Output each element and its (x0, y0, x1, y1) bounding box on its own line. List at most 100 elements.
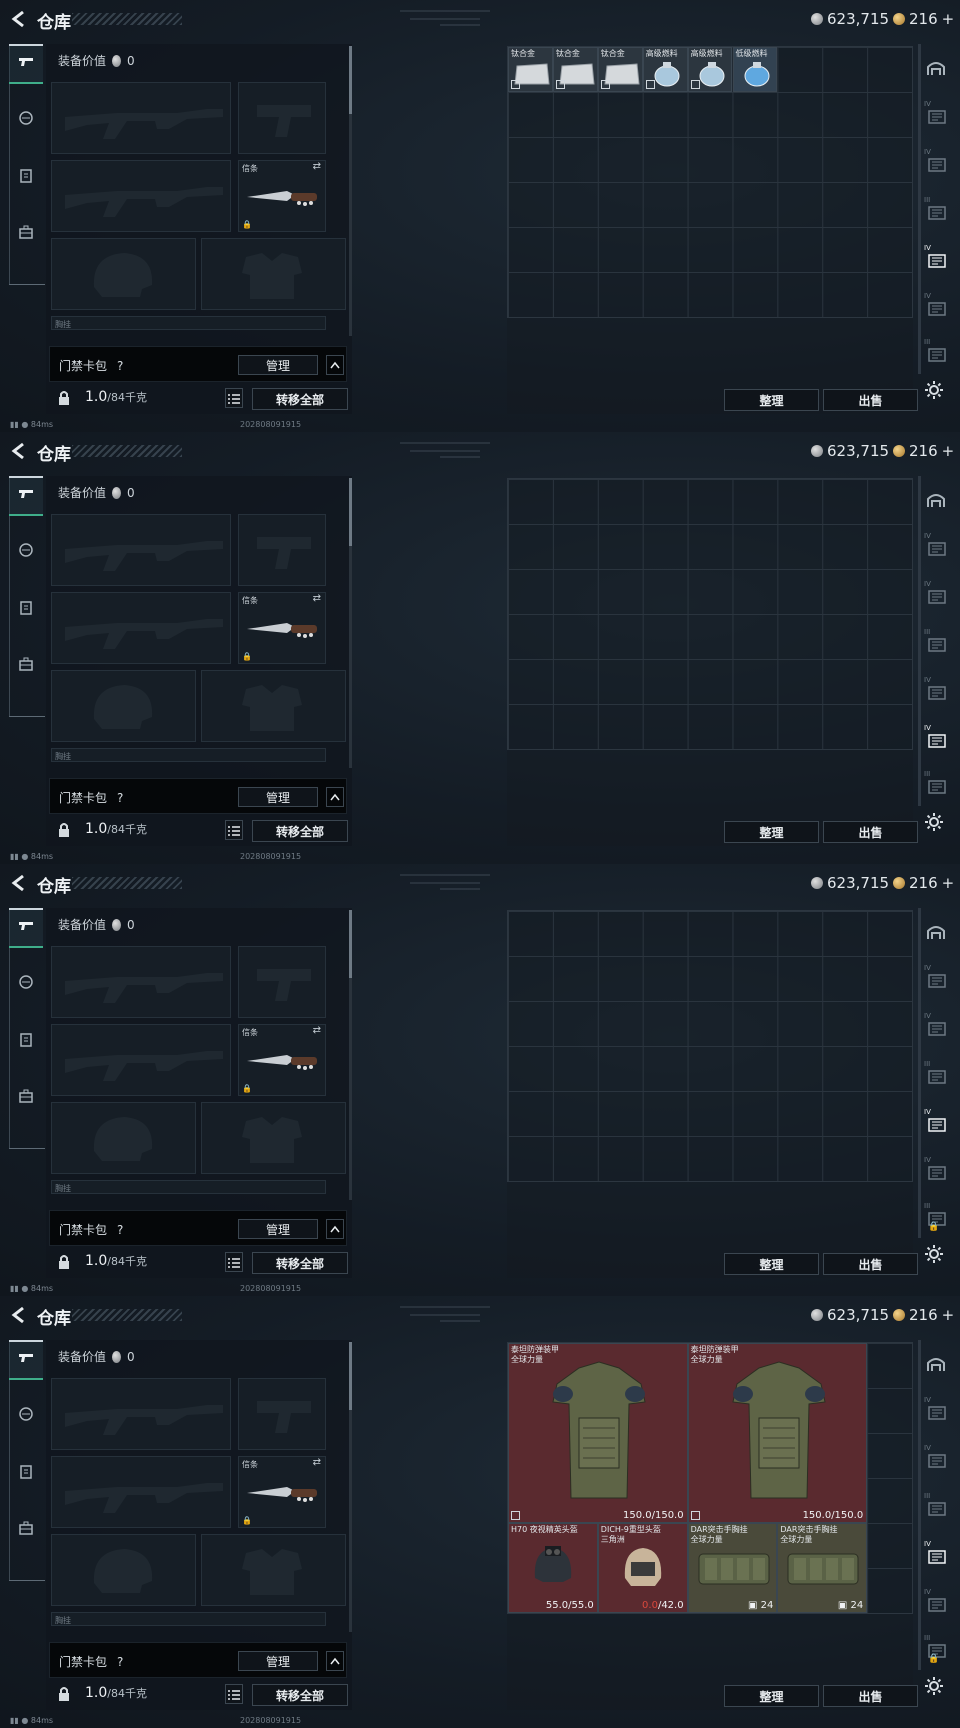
chest-rig-slot-collapsed[interactable]: 胸挂 (51, 748, 326, 762)
tab-warehouse-4[interactable]: IV (922, 1540, 950, 1570)
tab-warehouse-5[interactable]: IV (922, 292, 950, 322)
tab-warehouse-2[interactable]: IV (922, 148, 950, 178)
nav-tab-weapon[interactable] (9, 44, 43, 84)
melee-slot[interactable]: 信条 ⇄ 🔒 (238, 1456, 326, 1528)
help-icon[interactable]: ? (117, 1223, 123, 1237)
nav-tab-vest[interactable] (9, 1022, 43, 1062)
sort-button[interactable]: 整理 (724, 1685, 819, 1707)
gold-currency[interactable]: 216 + (893, 10, 954, 28)
gold-add-icon[interactable]: + (942, 1306, 955, 1324)
tab-warehouse-4[interactable]: IV (922, 244, 950, 274)
gold-add-icon[interactable]: + (942, 874, 955, 892)
tab-home[interactable] (922, 54, 950, 84)
secondary-weapon-slot[interactable] (51, 592, 231, 664)
gold-add-icon[interactable]: + (942, 10, 955, 28)
body-armor-slot[interactable] (201, 1102, 346, 1174)
melee-slot[interactable]: 信条 ⇄ 🔒 (238, 592, 326, 664)
manage-button[interactable]: 管理 (238, 1651, 318, 1671)
chest-rig-item[interactable]: DAR突击手胸挂 全球力量 ▣ 24 (687, 1523, 778, 1613)
nav-tab-helmet[interactable] (9, 1396, 43, 1436)
collapse-button[interactable] (326, 1651, 344, 1671)
transfer-all-button[interactable]: 转移全部 (252, 820, 348, 842)
pistol-slot[interactable] (238, 514, 326, 586)
helmet-slot[interactable] (51, 238, 196, 310)
equipment-scrollbar[interactable] (349, 910, 352, 1200)
pistol-slot[interactable] (238, 82, 326, 154)
collapse-button[interactable] (326, 787, 344, 807)
chest-rig-slot-collapsed[interactable]: 胸挂 (51, 316, 326, 330)
sort-button[interactable]: 整理 (724, 1253, 819, 1275)
swap-icon[interactable]: ⇄ (313, 1457, 321, 1468)
helmet-item[interactable]: H70 夜视精英头盔 55.0/55.0 (508, 1523, 598, 1613)
pistol-slot[interactable] (238, 1378, 326, 1450)
tab-warehouse-3[interactable]: III (922, 1492, 950, 1522)
list-view-button[interactable] (225, 820, 243, 840)
tab-warehouse-5[interactable]: IV (922, 724, 950, 754)
gold-currency[interactable]: 216 + (893, 1306, 954, 1324)
tab-warehouse-3[interactable]: III (922, 628, 950, 658)
secondary-weapon-slot[interactable] (51, 160, 231, 232)
nav-tab-backpack[interactable] (9, 1078, 43, 1118)
tab-warehouse-2[interactable]: IV (922, 580, 950, 610)
help-icon[interactable]: ? (117, 359, 123, 373)
list-view-button[interactable] (225, 1252, 243, 1272)
settings-gear-icon[interactable] (924, 1676, 944, 1696)
tab-home[interactable] (922, 486, 950, 516)
storage-item[interactable]: 钛合金 (552, 47, 598, 92)
sort-button[interactable]: 整理 (724, 821, 819, 843)
tab-warehouse-1[interactable]: IV (922, 1396, 950, 1426)
chest-rig-slot-collapsed[interactable]: 胸挂 (51, 1180, 326, 1194)
chest-rig-slot-collapsed[interactable]: 胸挂 (51, 1612, 326, 1626)
tab-warehouse-2[interactable]: IV (922, 1012, 950, 1042)
storage-grid[interactable] (507, 910, 913, 1182)
tab-warehouse-4[interactable]: IV (922, 1108, 950, 1138)
scrollbar-thumb[interactable] (349, 478, 352, 546)
equipment-scrollbar[interactable] (349, 478, 352, 768)
primary-weapon-slot[interactable] (51, 82, 231, 154)
list-view-button[interactable] (225, 1684, 243, 1704)
gold-currency[interactable]: 216 + (893, 442, 954, 460)
transfer-all-button[interactable]: 转移全部 (252, 388, 348, 410)
manage-button[interactable]: 管理 (238, 355, 318, 375)
scrollbar-thumb[interactable] (349, 1342, 352, 1410)
helmet-item[interactable]: DICH-9重型头盔 三角洲 0.0/42.0 (597, 1523, 688, 1613)
nav-tab-weapon[interactable] (9, 1340, 43, 1380)
sell-button[interactable]: 出售 (823, 821, 918, 843)
nav-tab-helmet[interactable] (9, 100, 43, 140)
nav-tab-weapon[interactable] (9, 476, 43, 516)
tab-warehouse-6[interactable]: III (922, 770, 950, 800)
gold-currency[interactable]: 216 + (893, 874, 954, 892)
nav-tab-vest[interactable] (9, 590, 43, 630)
collapse-button[interactable] (326, 355, 344, 375)
helmet-slot[interactable] (51, 1102, 196, 1174)
help-icon[interactable]: ? (117, 1655, 123, 1669)
manage-button[interactable]: 管理 (238, 787, 318, 807)
nav-tab-vest[interactable] (9, 1454, 43, 1494)
storage-item[interactable]: 高级燃料 (687, 47, 733, 92)
primary-weapon-slot[interactable] (51, 1378, 231, 1450)
settings-gear-icon[interactable] (924, 812, 944, 832)
sort-button[interactable]: 整理 (724, 389, 819, 411)
tab-warehouse-1[interactable]: IV (922, 100, 950, 130)
nav-tab-backpack[interactable] (9, 1510, 43, 1550)
chest-rig-item[interactable]: DAR突击手胸挂 全球力量 ▣ 24 (777, 1523, 868, 1613)
storage-item[interactable]: 钛合金 (597, 47, 643, 92)
help-icon[interactable]: ? (117, 791, 123, 805)
equipment-scrollbar[interactable] (349, 46, 352, 336)
gold-add-icon[interactable]: + (942, 442, 955, 460)
tab-warehouse-3[interactable]: III (922, 196, 950, 226)
tab-warehouse-6[interactable]: III (922, 338, 950, 368)
helmet-slot[interactable] (51, 1534, 196, 1606)
tab-warehouse-4[interactable]: IV (922, 676, 950, 706)
primary-weapon-slot[interactable] (51, 514, 231, 586)
tab-warehouse-5[interactable]: IV (922, 1156, 950, 1186)
back-arrow-icon[interactable] (10, 9, 26, 29)
tab-warehouse-2[interactable]: IV (922, 1444, 950, 1474)
transfer-all-button[interactable]: 转移全部 (252, 1684, 348, 1706)
pistol-slot[interactable] (238, 946, 326, 1018)
storage-item[interactable]: 钛合金 (508, 47, 553, 92)
helmet-slot[interactable] (51, 670, 196, 742)
primary-weapon-slot[interactable] (51, 946, 231, 1018)
storage-grid[interactable] (507, 478, 913, 750)
sell-button[interactable]: 出售 (823, 1685, 918, 1707)
